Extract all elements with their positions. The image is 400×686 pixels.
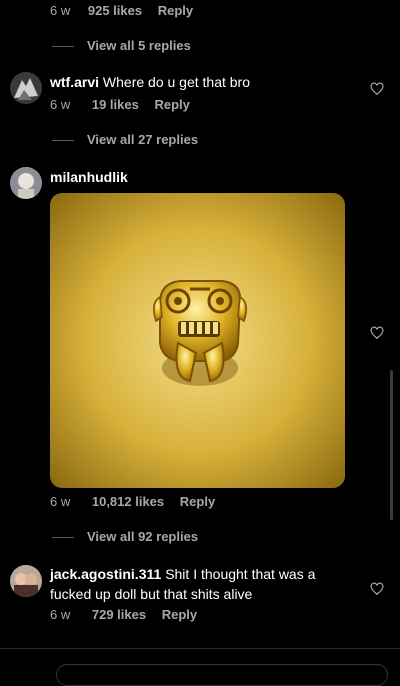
comment-time: 6 w [50,607,71,622]
comment-text-line1: Shit I thought that was a [165,566,316,582]
reply-button[interactable]: Reply [154,97,189,112]
comment-meta: 6 w 19 likes Reply [50,97,190,112]
reply-button[interactable]: Reply [180,494,215,509]
scrollbar[interactable] [390,370,393,520]
comment-text: Where do u get that bro [102,74,250,90]
avatar[interactable] [10,72,42,104]
comment-time: 6 w [50,494,71,509]
avatar[interactable] [10,167,42,199]
comment-body: jack.agostini.311 Shit I thought that wa… [50,564,360,604]
comment-body: wtf.arvi Where do u get that bro [50,72,370,92]
reply-button[interactable]: Reply [158,3,193,18]
reply-button[interactable]: Reply [162,607,197,622]
view-replies-button[interactable]: View all 92 replies [87,529,198,544]
replies-divider [52,140,74,141]
avatar-image [10,167,42,199]
bottom-divider [0,648,400,649]
comment-body: milanhudlik [50,167,128,187]
heart-icon[interactable] [370,582,384,596]
replies-divider [52,537,74,538]
username[interactable]: jack.agostini.311 [50,566,161,582]
comment-time: 6 w [50,97,71,112]
comment-meta: 6 w 10,812 likes Reply [50,494,215,509]
like-count[interactable]: 10,812 likes [92,494,164,509]
comment-meta: 6 w 925 likes Reply [50,3,193,18]
heart-icon[interactable] [370,326,384,340]
view-replies-button[interactable]: View all 27 replies [87,132,198,147]
view-replies-button[interactable]: View all 5 replies [87,38,191,53]
like-count[interactable]: 925 likes [88,3,142,18]
avatar-image [10,72,42,104]
heart-icon[interactable] [370,82,384,96]
like-count[interactable]: 19 likes [92,97,139,112]
like-count[interactable]: 729 likes [92,607,146,622]
golden-idol-image [50,193,345,488]
avatar-image [10,565,42,597]
avatar[interactable] [10,565,42,597]
comment-time: 6 w [50,3,71,18]
comment-input[interactable] [56,664,388,686]
username[interactable]: milanhudlik [50,169,128,185]
comment-text-line2: fucked up doll but that shits alive [50,586,253,602]
comment-image[interactable] [50,193,345,488]
username[interactable]: wtf.arvi [50,74,99,90]
comment-meta: 6 w 729 likes Reply [50,607,197,622]
replies-divider [52,46,74,47]
